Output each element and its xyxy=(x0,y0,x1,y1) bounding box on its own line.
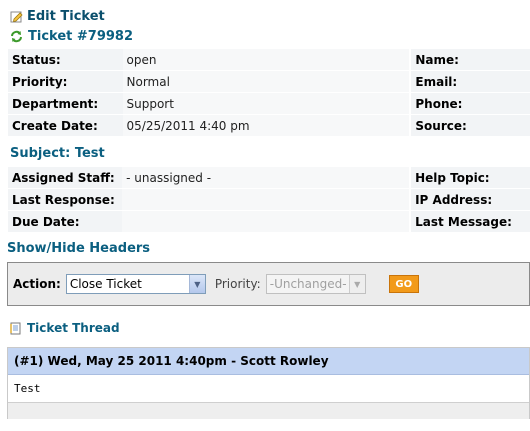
ticket-subject: Subject: Test xyxy=(10,146,105,161)
thread-message-footer xyxy=(8,403,529,419)
thread-message-header: (#1) Wed, May 25 2011 4:40pm - Scott Row… xyxy=(8,348,529,375)
due-date-label: Due Date: xyxy=(8,211,123,232)
info-row: Last Response: IP Address: xyxy=(8,189,530,210)
thread-message-body: Test xyxy=(8,375,529,403)
action-bar: Action: Close Ticket ▼ Priority: -Unchan… xyxy=(7,262,530,306)
department-value: Support xyxy=(122,93,410,114)
create-date-label: Create Date: xyxy=(8,115,123,136)
edit-ticket-label: Edit Ticket xyxy=(27,8,105,24)
go-button[interactable]: GO xyxy=(388,275,419,293)
priority-select[interactable]: -Unchanged- ▼ xyxy=(265,274,366,294)
create-date-value: 05/25/2011 4:40 pm xyxy=(122,115,410,136)
thread-message: (#1) Wed, May 25 2011 4:40pm - Scott Row… xyxy=(7,347,530,419)
ticket-info-table: Status: open Name: Priority: Normal Emai… xyxy=(8,48,530,137)
status-label: Status: xyxy=(8,49,123,70)
action-selected-value: Close Ticket xyxy=(69,277,142,291)
pencil-icon xyxy=(10,10,23,23)
info-row: Assigned Staff: - unassigned - Help Topi… xyxy=(8,167,530,188)
show-hide-headers-link[interactable]: Show/Hide Headers xyxy=(7,241,150,256)
ticket-title: Ticket #79982 xyxy=(10,28,133,44)
info-row: Status: open Name: xyxy=(8,49,530,70)
chevron-down-icon[interactable]: ▼ xyxy=(188,275,205,293)
ticket-thread-label: Ticket Thread xyxy=(27,321,120,335)
action-select[interactable]: Close Ticket ▼ xyxy=(65,274,206,294)
info-row: Priority: Normal Email: xyxy=(8,71,530,92)
edit-ticket-link[interactable]: Edit Ticket xyxy=(10,8,105,24)
last-response-label: Last Response: xyxy=(8,189,123,210)
info-row: Department: Support Phone: xyxy=(8,93,530,114)
priority-value: Normal xyxy=(122,71,410,92)
action-label: Action: xyxy=(13,277,61,291)
last-response-value xyxy=(122,189,410,210)
chevron-down-icon[interactable]: ▼ xyxy=(348,275,365,293)
priority-label: Priority: xyxy=(8,71,123,92)
due-date-value xyxy=(122,211,410,232)
ip-address-label: IP Address: xyxy=(411,189,530,210)
document-icon xyxy=(9,322,22,335)
last-message-label: Last Message: xyxy=(411,211,530,232)
priority-select-label: Priority: xyxy=(214,277,261,291)
refresh-icon[interactable] xyxy=(10,30,23,43)
department-label: Department: xyxy=(8,93,123,114)
email-label: Email: xyxy=(411,71,530,92)
ticket-thread-link[interactable]: Ticket Thread xyxy=(9,321,120,335)
assigned-staff-value: - unassigned - xyxy=(122,167,410,188)
ticket-number: Ticket #79982 xyxy=(28,28,134,44)
source-label: Source: xyxy=(411,115,530,136)
help-topic-label: Help Topic: xyxy=(411,167,530,188)
status-value: open xyxy=(122,49,410,70)
ticket-assignment-table: Assigned Staff: - unassigned - Help Topi… xyxy=(8,166,530,233)
name-label: Name: xyxy=(411,49,530,70)
priority-selected-value: -Unchanged- xyxy=(269,277,347,291)
assigned-staff-label: Assigned Staff: xyxy=(8,167,123,188)
info-row: Due Date: Last Message: xyxy=(8,211,530,232)
phone-label: Phone: xyxy=(411,93,530,114)
info-row: Create Date: 05/25/2011 4:40 pm Source: xyxy=(8,115,530,136)
